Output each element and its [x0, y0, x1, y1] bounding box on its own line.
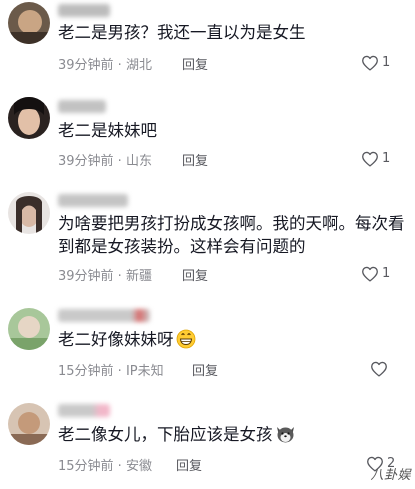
reply-button[interactable]: 回复	[182, 150, 208, 169]
comment-location: 安徽	[125, 459, 152, 474]
reply-button[interactable]: 回复	[192, 360, 218, 379]
comment-time: 39分钟前	[58, 58, 114, 73]
username-blurred[interactable]	[58, 100, 106, 113]
comment-meta: 39分钟前 · 湖北	[58, 54, 152, 73]
comment-meta: 15分钟前 · IP未知	[58, 360, 164, 379]
comment-text: 老二像女儿，下胎应该是女孩	[58, 423, 296, 450]
avatar[interactable]	[8, 97, 50, 139]
watermark: 八卦娱	[370, 468, 411, 483]
comment-location: 山东	[125, 154, 152, 169]
comment-location: 新疆	[125, 269, 152, 284]
reply-button[interactable]: 回复	[176, 455, 202, 474]
comment-text: 老二是男孩？我还一直以为是女生	[58, 23, 306, 42]
like-button[interactable]	[370, 360, 400, 380]
username-blurred[interactable]	[58, 309, 150, 322]
comment-time: 15分钟前	[58, 459, 114, 474]
comment-meta: 15分钟前 · 安徽	[58, 455, 152, 474]
comment-meta: 39分钟前 · 新疆	[58, 265, 152, 284]
heart-icon	[371, 361, 387, 377]
meta-separator: ·	[113, 154, 126, 169]
comment-text: 老二好像妹妹呀	[58, 328, 196, 355]
avatar[interactable]	[8, 2, 50, 44]
grinning-face-icon	[176, 329, 196, 355]
comment-time: 15分钟前	[58, 364, 114, 379]
comment-text: 为啥要把男孩打扮成女孩啊。我的天啊。每次看到都是女孩装扮。这样会有问题的	[58, 214, 405, 256]
comment-time: 39分钟前	[58, 269, 114, 284]
like-count: 1	[382, 151, 391, 166]
like-button[interactable]: 1	[361, 54, 391, 74]
meta-separator: ·	[113, 459, 126, 474]
comment-text-content: 老二像女儿，下胎应该是女孩	[58, 425, 273, 444]
comment-meta: 39分钟前 · 山东	[58, 150, 152, 169]
reply-button[interactable]: 回复	[182, 265, 208, 284]
avatar-image	[8, 2, 50, 44]
like-count: 1	[382, 266, 391, 281]
like-button[interactable]: 1	[361, 265, 391, 285]
username-blurred[interactable]	[58, 4, 110, 17]
comment-location: IP未知	[125, 364, 164, 379]
meta-separator: ·	[113, 269, 126, 284]
comment-location: 湖北	[125, 58, 152, 73]
avatar-image	[8, 308, 50, 350]
username-blurred[interactable]	[58, 194, 128, 207]
avatar[interactable]	[8, 403, 50, 445]
comment-text-content: 老二好像妹妹呀	[58, 330, 174, 349]
meta-separator: ·	[113, 58, 126, 73]
avatar-image	[8, 403, 50, 445]
comment-time: 39分钟前	[58, 154, 114, 169]
meta-separator: ·	[113, 364, 126, 379]
comment-text: 老二是妹妹吧	[58, 121, 157, 140]
dog-face-icon	[275, 424, 296, 450]
like-count: 1	[382, 55, 391, 70]
username-blurred[interactable]	[58, 404, 110, 417]
heart-icon	[362, 55, 378, 71]
avatar-image	[8, 97, 50, 139]
heart-icon	[362, 151, 378, 167]
like-button[interactable]: 1	[361, 150, 391, 170]
reply-button[interactable]: 回复	[182, 54, 208, 73]
avatar[interactable]	[8, 192, 50, 234]
avatar[interactable]	[8, 308, 50, 350]
avatar-image	[8, 192, 50, 234]
heart-icon	[362, 266, 378, 282]
